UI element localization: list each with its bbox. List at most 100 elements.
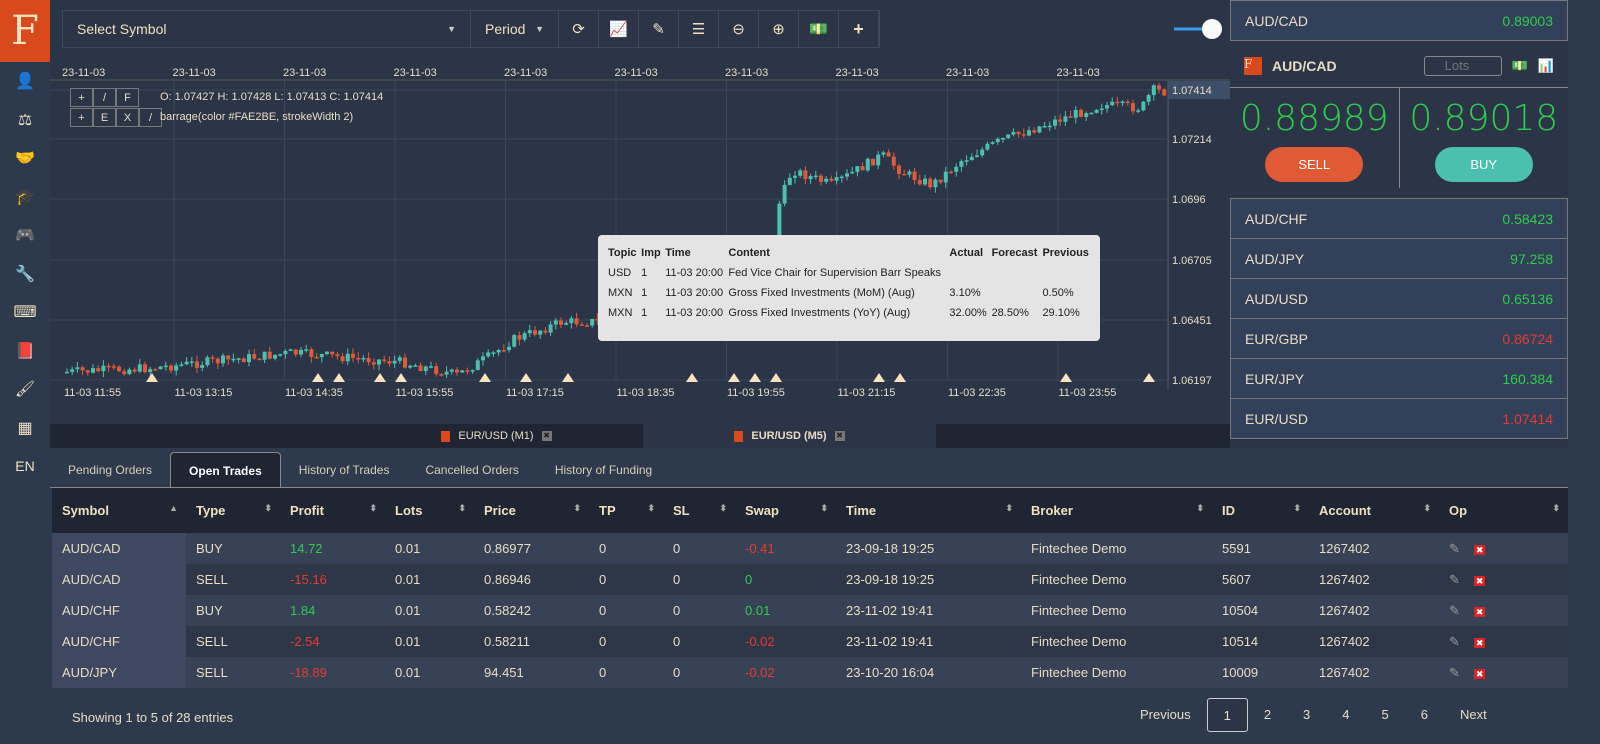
wrench-icon[interactable]: 🔧 [0, 255, 50, 294]
zoom-in-icon[interactable]: ⊕ [759, 11, 799, 47]
quote-row[interactable]: AUD/JPY 97.258 [1230, 238, 1568, 279]
edit-icon[interactable]: ✎ [1449, 541, 1460, 556]
column-header[interactable]: SL ⬍ [663, 488, 735, 533]
refresh-icon[interactable]: ⟳ [559, 11, 599, 47]
sort-icon[interactable]: ⬍ [1293, 503, 1301, 514]
table-icon[interactable]: ▦ [0, 409, 50, 448]
quote-row[interactable]: EUR/USD 1.07414 [1230, 398, 1568, 439]
chart-tool-button[interactable]: E [93, 108, 116, 127]
news-event-marker[interactable] [894, 373, 906, 382]
lots-input[interactable] [1423, 55, 1502, 76]
delete-icon[interactable]: ✖ [1473, 544, 1486, 555]
tab-cancelled-orders[interactable]: Cancelled Orders [407, 452, 536, 487]
sort-icon[interactable]: ⬍ [458, 503, 466, 514]
buy-button[interactable]: BUY [1434, 147, 1533, 182]
chart-tab-m5[interactable]: EUR/USD (M5) ✖ [643, 424, 936, 448]
user-icon[interactable]: 👤 [0, 62, 50, 101]
chart-tool-button[interactable]: / [93, 88, 116, 107]
gamepad-icon[interactable]: 🎮 [0, 216, 50, 255]
sort-icon[interactable]: ⬍ [1005, 503, 1013, 514]
news-event-marker[interactable] [770, 373, 782, 382]
quote-row[interactable]: AUD/CAD 0.89003 [1230, 0, 1568, 41]
news-event-marker[interactable] [1060, 373, 1072, 382]
close-icon[interactable]: ✖ [541, 431, 552, 441]
sliders-icon[interactable]: ☰ [679, 11, 719, 47]
column-header[interactable]: Symbol ▲ [52, 488, 186, 533]
chart-tool-button[interactable]: F [116, 88, 139, 107]
tab-history-of-funding[interactable]: History of Funding [537, 452, 670, 487]
news-event-marker[interactable] [728, 373, 740, 382]
money-bill-icon[interactable]: 💵 [799, 11, 839, 47]
handshake-icon[interactable]: 🤝 [0, 139, 50, 178]
news-event-marker[interactable] [520, 373, 532, 382]
column-header[interactable]: Price ⬍ [474, 488, 589, 533]
graduation-cap-icon[interactable]: 🎓 [0, 178, 50, 217]
sort-icon[interactable]: ⬍ [1552, 503, 1560, 514]
quote-row[interactable]: AUD/USD 0.65136 [1230, 278, 1568, 319]
delete-icon[interactable]: ✖ [1473, 606, 1486, 617]
column-header[interactable]: TP ⬍ [589, 488, 663, 533]
column-header[interactable]: Type ⬍ [186, 488, 280, 533]
news-event-marker[interactable] [562, 373, 574, 382]
sort-icon[interactable]: ⬍ [820, 503, 828, 514]
book-icon[interactable]: 📕 [0, 332, 50, 371]
page-button[interactable]: 6 [1405, 698, 1444, 732]
keyboard-icon[interactable]: ⌨ [0, 293, 50, 332]
brush-icon[interactable]: 🖌 [0, 370, 50, 409]
symbol-select[interactable]: Select Symbol ▼ [63, 11, 471, 47]
delete-icon[interactable]: ✖ [1473, 637, 1486, 648]
bar-chart-icon[interactable]: 📊 [1538, 58, 1554, 74]
plus-icon[interactable]: + [839, 11, 879, 47]
news-event-marker[interactable] [312, 373, 324, 382]
delete-icon[interactable]: ✖ [1473, 668, 1486, 679]
column-header[interactable]: Account ⬍ [1309, 488, 1439, 533]
balance-scale-icon[interactable]: ⚖ [0, 101, 50, 140]
column-header[interactable]: Profit ⬍ [280, 488, 385, 533]
zoom-out-icon[interactable]: ⊖ [719, 11, 759, 47]
column-header[interactable]: ID ⬍ [1212, 488, 1309, 533]
previous-button[interactable]: Previous [1124, 698, 1207, 732]
column-header[interactable]: Swap ⬍ [735, 488, 836, 533]
page-button[interactable]: 1 [1206, 698, 1248, 732]
chart-tool-button[interactable]: + [70, 108, 93, 127]
page-button[interactable]: 4 [1326, 698, 1365, 732]
delete-icon[interactable]: ✖ [1473, 575, 1486, 586]
chart-tool-button[interactable]: / [139, 108, 162, 127]
close-icon[interactable]: ✖ [834, 431, 845, 441]
sort-icon[interactable]: ⬍ [369, 503, 377, 514]
edit-icon[interactable]: ✎ [1449, 634, 1460, 649]
edit-icon[interactable]: ✎ [1449, 603, 1460, 618]
column-header[interactable]: Op ⬍ [1439, 488, 1568, 533]
news-event-marker[interactable] [686, 373, 698, 382]
tab-open-trades[interactable]: Open Trades [170, 452, 281, 487]
money-bill-icon[interactable]: 💵 [1512, 58, 1528, 74]
column-header[interactable]: Time ⬍ [836, 488, 1021, 533]
news-event-marker[interactable] [333, 373, 345, 382]
page-button[interactable]: 3 [1287, 698, 1326, 732]
sort-icon[interactable]: ⬍ [573, 503, 581, 514]
news-event-marker[interactable] [749, 373, 761, 382]
sort-icon[interactable]: ⬍ [264, 503, 272, 514]
edit-icon[interactable]: ✎ [1449, 572, 1460, 587]
sort-asc-icon[interactable]: ▲ [169, 503, 178, 513]
next-button[interactable]: Next [1444, 698, 1503, 732]
tab-pending-orders[interactable]: Pending Orders [50, 452, 170, 487]
page-button[interactable]: 5 [1366, 698, 1405, 732]
sort-icon[interactable]: ⬍ [647, 503, 655, 514]
language-selector[interactable]: EN [0, 447, 50, 486]
chart-tab-m1[interactable]: EUR/USD (M1) ✖ [350, 424, 643, 448]
chart-tool-button[interactable]: + [70, 88, 93, 107]
quote-row[interactable]: EUR/JPY 160.384 [1230, 358, 1568, 399]
chart-tool-button[interactable]: X [116, 108, 139, 127]
column-header[interactable]: Broker ⬍ [1021, 488, 1212, 533]
page-button[interactable]: 2 [1248, 698, 1287, 732]
sort-icon[interactable]: ⬍ [719, 503, 727, 514]
news-event-marker[interactable] [1143, 373, 1155, 382]
tab-history-of-trades[interactable]: History of Trades [281, 452, 408, 487]
pencil-icon[interactable]: ✎ [639, 11, 679, 47]
quote-row[interactable]: AUD/CHF 0.58423 [1230, 198, 1568, 239]
edit-icon[interactable]: ✎ [1449, 665, 1460, 680]
sort-icon[interactable]: ⬍ [1196, 503, 1204, 514]
toggle-slider[interactable] [1174, 18, 1224, 40]
indicator-chart-icon[interactable]: 📈 [599, 11, 639, 47]
